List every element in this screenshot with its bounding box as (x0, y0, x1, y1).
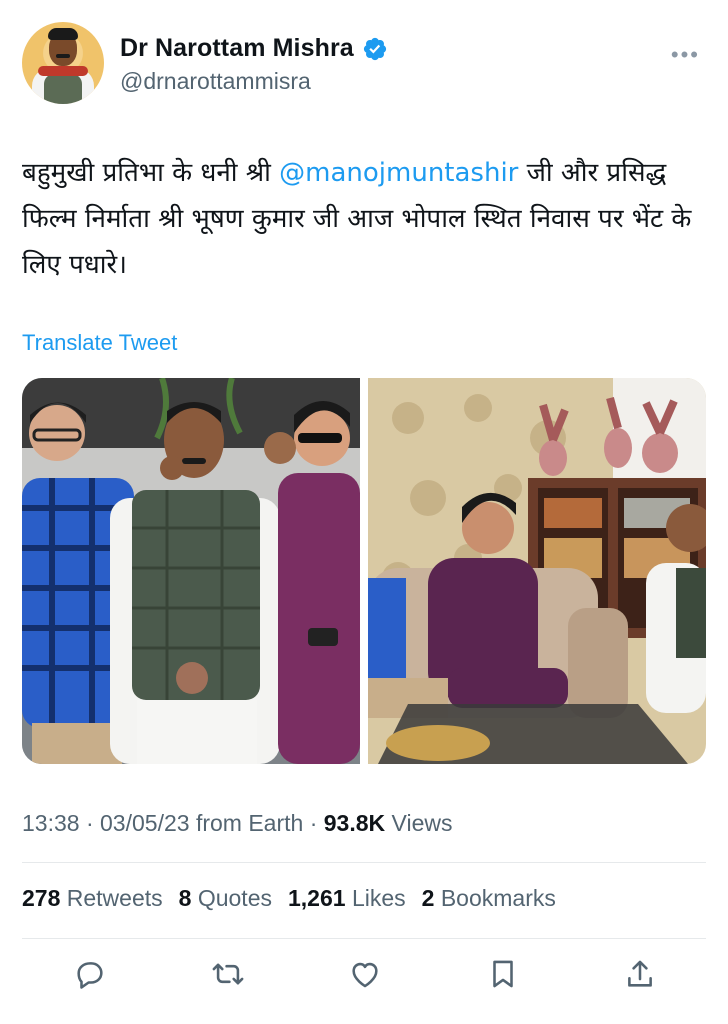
avatar-vest (44, 74, 82, 104)
bookmark-button[interactable] (483, 954, 523, 994)
avatar-scarf (38, 66, 88, 76)
bookmarks-label: Bookmarks (440, 885, 556, 911)
share-icon (628, 960, 652, 987)
share-button[interactable] (620, 954, 660, 994)
tweet-source: from Earth (195, 810, 304, 836)
photo-right-image (368, 378, 706, 764)
tweet-text-before: बहुमुखी प्रतिभा के धनी श्री (22, 158, 280, 188)
retweet-button[interactable] (208, 954, 248, 994)
reply-button[interactable] (70, 954, 110, 994)
avatar-hair (48, 28, 78, 40)
tweet-meta: 13:38 · 03/05/23 from Earth · 93.8K View… (22, 810, 452, 837)
heart-icon (352, 962, 378, 988)
retweets-count: 278 (22, 885, 61, 911)
views-label: Views (391, 810, 453, 836)
divider (22, 862, 706, 863)
author-handle[interactable]: @drnarottammisra (120, 68, 311, 95)
divider (22, 938, 706, 939)
avatar-moustache (56, 54, 70, 58)
author-avatar[interactable] (22, 22, 104, 104)
tweet-header: Dr Narottam Mishra @drnarottammisra ••• (22, 22, 706, 112)
tweet-text: बहुमुखी प्रतिभा के धनी श्री @manojmuntas… (22, 150, 702, 288)
mention-link[interactable]: @manojmuntashir (279, 158, 518, 188)
like-button[interactable] (345, 954, 385, 994)
photo-left-image (22, 378, 360, 764)
photo-left[interactable] (22, 378, 360, 764)
bookmark-icon (492, 960, 513, 988)
bookmarks-count: 2 (421, 885, 435, 911)
retweets-stat[interactable]: 278 Retweets (22, 885, 163, 912)
reply-icon (77, 962, 103, 989)
translate-tweet-link[interactable]: Translate Tweet (22, 330, 177, 356)
quotes-stat[interactable]: 8 Quotes (179, 885, 272, 912)
author-name[interactable]: Dr Narottam Mishra (120, 34, 354, 63)
meta-separator-1: · (85, 810, 94, 836)
likes-stat[interactable]: 1,261 Likes (288, 885, 406, 912)
likes-label: Likes (351, 885, 406, 911)
retweet-icon (212, 963, 243, 985)
tweet-stats: 278 Retweets 8 Quotes 1,261 Likes 2 Book… (22, 885, 556, 912)
likes-count: 1,261 (287, 885, 346, 911)
tweet-date[interactable]: 03/05/23 (100, 810, 190, 836)
photo-right[interactable] (368, 378, 706, 764)
quotes-label: Quotes (197, 885, 272, 911)
tweet-time[interactable]: 13:38 (22, 810, 80, 836)
quotes-count: 8 (178, 885, 192, 911)
tweet-media (22, 378, 706, 764)
author-name-row: Dr Narottam Mishra (120, 34, 388, 63)
bookmarks-stat[interactable]: 2 Bookmarks (422, 885, 556, 912)
tweet-actions (22, 954, 706, 1002)
views-count: 93.8K (323, 810, 386, 836)
retweets-label: Retweets (66, 885, 163, 911)
verified-badge-icon (363, 37, 386, 60)
more-options-icon[interactable]: ••• (671, 42, 700, 68)
meta-separator-2: · (309, 810, 318, 836)
